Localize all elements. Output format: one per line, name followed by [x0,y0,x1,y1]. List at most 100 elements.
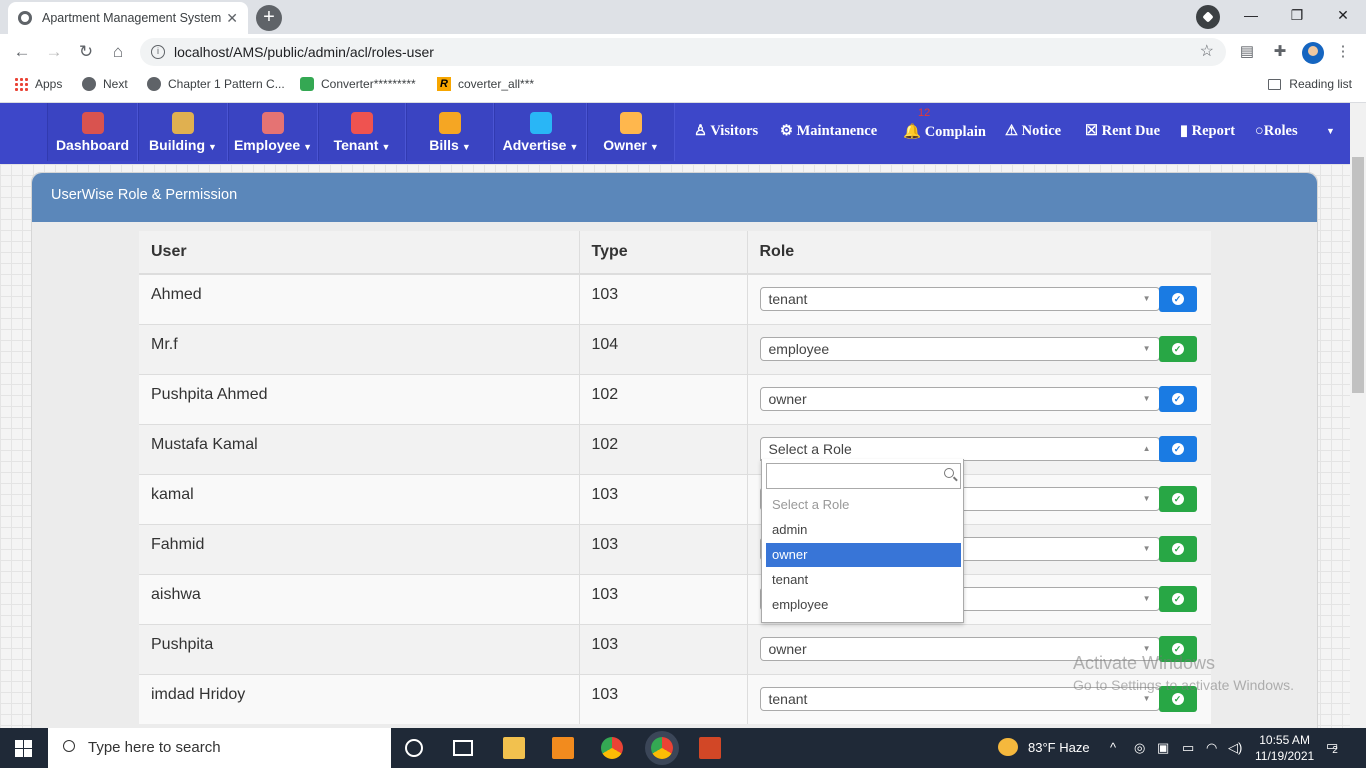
extensions-puzzle-icon[interactable]: ✚ [1270,42,1290,62]
weather-text[interactable]: 83°F Haze [1028,740,1090,755]
window-close-button[interactable]: ✕ [1320,0,1366,30]
save-role-button[interactable]: ✓ [1158,385,1197,412]
task-view-icon[interactable] [453,740,473,756]
dropdown-option-owner[interactable]: owner [766,543,961,567]
tenant-icon [351,112,373,134]
notification-count: 2 [1332,745,1338,756]
volume-icon[interactable]: ◁) [1228,740,1242,756]
role-select-open[interactable]: Select a Role ▲ [759,436,1160,461]
reading-list-button[interactable]: Reading list [1268,77,1352,91]
main-content: UserWise Role & Permission User Type Rol… [0,164,1350,732]
taskbar-clock[interactable]: 10:55 AM 11/19/2021 [1255,732,1314,764]
dropdown-option-tenant[interactable]: tenant [766,568,961,592]
new-tab-button[interactable]: + [256,5,282,31]
role-select[interactable]: employee ▼ [759,336,1160,361]
save-role-button[interactable]: ✓ [1158,535,1197,562]
nav-bills[interactable]: Bills ▼ [406,103,494,161]
save-role-button[interactable]: ✓ [1158,585,1197,612]
back-arrow-icon[interactable]: ← [9,40,35,64]
nav-building[interactable]: Building ▼ [138,103,228,161]
caret-down-icon: ▼ [208,142,217,152]
caret-down-icon: ▼ [381,142,391,152]
windows-start-icon[interactable] [15,740,32,757]
user-name: Fahmid [139,523,579,574]
role-cell: employee ▼ ✓ [746,323,1211,374]
bookmark-next[interactable]: Next [82,77,128,91]
nav-complain[interactable]: 🔔 Complain [903,123,986,141]
file-explorer-icon[interactable] [503,737,525,759]
dropdown-option-placeholder: Select a Role [772,497,850,512]
sublime-text-icon[interactable] [552,737,574,759]
reload-icon[interactable]: ↻ [73,40,99,64]
converter-icon [300,77,314,91]
user-roles-table: User Type Role Ahmed 103 tenant ▼ ✓ Mr.f 1… [139,231,1211,724]
bookmark-coverter-all[interactable]: Rcoverter_all*** [437,77,534,91]
user-type: 102 [578,423,747,474]
tab-search-icon[interactable] [1196,5,1220,29]
tray-monitor-icon[interactable]: ▣ [1157,740,1169,756]
powerpoint-icon[interactable] [699,737,721,759]
nav-notice[interactable]: ⚠ Notice [1005,123,1061,140]
check-circle-icon: ✓ [1171,592,1184,605]
nav-dashboard[interactable]: Dashboard [47,103,138,161]
tray-app-icon[interactable]: ◎ [1134,740,1145,756]
save-role-button[interactable]: ✓ [1158,435,1197,462]
bookmark-apps[interactable]: Apps [14,77,62,91]
nav-visitors[interactable]: ♙ Visitors [694,123,758,140]
url-text: localhost/AMS/public/admin/acl/roles-use… [174,44,434,60]
address-bar[interactable]: i localhost/AMS/public/admin/acl/roles-u… [140,38,1226,66]
scrollbar-thumb[interactable] [1352,157,1364,393]
search-icon [63,740,75,752]
forward-arrow-icon[interactable]: → [41,40,67,64]
user-type: 103 [578,573,747,624]
nav-more-caret-icon[interactable]: ▼ [1326,126,1335,136]
dropdown-option-admin[interactable]: admin [766,518,961,542]
nav-rent-due[interactable]: ☒ Rent Due [1085,123,1160,140]
gears-icon: ⚙ [780,123,797,139]
site-info-icon[interactable]: i [151,45,165,59]
panel-title: UserWise Role & Permission [32,173,1317,222]
save-role-button[interactable]: ✓ [1158,335,1197,362]
restore-button[interactable]: ❐ [1274,0,1320,30]
home-icon[interactable]: ⌂ [105,40,131,64]
save-role-button[interactable]: ✓ [1158,485,1197,512]
building-icon [172,112,194,134]
weather-sun-icon [998,738,1018,756]
notification-center-icon[interactable]: ▭2 [1326,738,1344,756]
nav-advertise[interactable]: Advertise ▼ [494,103,587,161]
profile-avatar[interactable] [1302,42,1324,64]
save-role-button[interactable]: ✓ [1158,286,1197,312]
user-name: Mustafa Kamal [139,423,579,474]
taskbar-search-box[interactable]: Type here to search [48,728,391,768]
cortana-icon[interactable] [405,739,423,757]
dropdown-option-employee[interactable]: employee [766,593,961,617]
chrome-icon[interactable] [601,737,623,759]
role-select[interactable]: owner ▼ [759,386,1160,411]
nav-report[interactable]: ▮ Report [1180,123,1235,140]
bookmark-converter[interactable]: Converter********* [300,77,416,91]
minimize-button[interactable]: — [1228,0,1274,30]
dropdown-arrow-icon: ▼ [1142,343,1151,353]
wifi-icon[interactable]: ◠ [1206,740,1217,756]
nav-tenant[interactable]: Tenant ▼ [318,103,406,161]
bookmark-star-icon[interactable]: ☆ [1200,38,1214,66]
browser-tab[interactable]: Apartment Management System ✕ [8,2,248,34]
dropdown-search-input[interactable] [766,463,961,489]
chrome-active-icon[interactable] [651,737,673,759]
nav-employee[interactable]: Employee ▼ [228,103,318,161]
user-type: 103 [578,273,747,324]
battery-icon[interactable]: ▭ [1182,740,1194,756]
nav-roles[interactable]: ○Roles [1255,123,1298,140]
role-select[interactable]: tenant ▼ [759,287,1160,311]
tab-close-icon[interactable]: ✕ [226,10,238,27]
close-square-icon: ☒ [1085,123,1102,139]
clock-time: 10:55 AM [1259,733,1310,747]
nav-maintanence[interactable]: ⚙ Maintanence [780,123,877,140]
check-circle-icon: ✓ [1171,492,1184,505]
bookmark-chapter[interactable]: Chapter 1 Pattern C... [147,77,285,91]
show-hidden-icons-icon[interactable]: ^ [1110,740,1116,755]
chrome-menu-icon[interactable]: ⋮ [1333,42,1353,62]
extension-page-icon[interactable]: ▤ [1237,42,1257,62]
nav-owner[interactable]: Owner ▼ [587,103,675,161]
table-row: Pushpita 103 owner ▼ ✓ [139,623,1211,674]
